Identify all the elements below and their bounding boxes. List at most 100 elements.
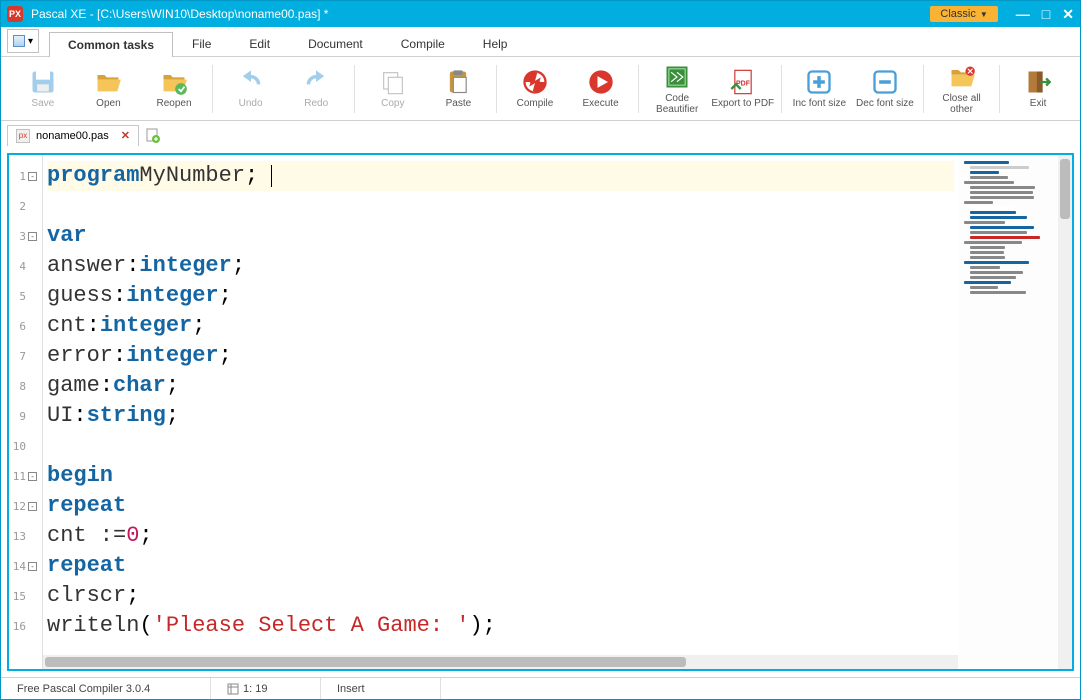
copy-button: Copy — [361, 61, 425, 117]
toolbar-label: Paste — [446, 98, 472, 109]
scrollbar-thumb[interactable] — [45, 657, 686, 667]
incfont-icon — [805, 68, 833, 96]
cursor-position-icon — [227, 683, 239, 695]
menu-tab-compile[interactable]: Compile — [382, 31, 464, 56]
execute-icon — [587, 68, 615, 96]
closeall-icon — [948, 63, 976, 91]
code-editor[interactable]: program MyNumber; var answer:integer; gu… — [43, 155, 958, 669]
menu-tab-file[interactable]: File — [173, 31, 230, 56]
toolbar-label: Undo — [239, 98, 263, 109]
compile-button[interactable]: Compile — [503, 61, 567, 117]
status-compiler: Free Pascal Compiler 3.0.4 — [1, 678, 211, 699]
exit-icon — [1024, 68, 1052, 96]
scrollbar-thumb[interactable] — [1060, 159, 1070, 219]
minimap[interactable] — [958, 155, 1058, 669]
statusbar: Free Pascal Compiler 3.0.4 1: 19 Insert — [1, 677, 1080, 699]
code-line[interactable]: begin — [47, 461, 954, 491]
menu-tab-document[interactable]: Document — [289, 31, 382, 56]
code-line[interactable]: program MyNumber; — [47, 161, 954, 191]
status-cursor-position: 1: 19 — [211, 678, 321, 699]
new-tab-button[interactable] — [145, 127, 161, 143]
save-icon — [29, 68, 57, 96]
file-tabs: px noname00.pas ✕ — [1, 121, 1080, 147]
open-icon — [94, 68, 122, 96]
toolbar-label: Exit — [1030, 98, 1047, 109]
beautifier-icon — [663, 63, 691, 91]
code-line[interactable]: clrscr; — [47, 581, 954, 611]
code-line[interactable] — [47, 431, 954, 461]
code-line[interactable]: repeat — [47, 551, 954, 581]
menu-tab-common-tasks[interactable]: Common tasks — [49, 32, 173, 57]
open-button[interactable]: Open — [77, 61, 141, 117]
minimize-button[interactable]: — — [1016, 6, 1030, 23]
reopen-icon — [160, 68, 188, 96]
save-button: Save — [11, 61, 75, 117]
code-line[interactable]: answer:integer; — [47, 251, 954, 281]
code-line[interactable]: cnt := 0; — [47, 521, 954, 551]
closeall-button[interactable]: Close all other — [930, 61, 994, 117]
code-line[interactable]: var — [47, 221, 954, 251]
layout-dropdown-button[interactable]: ▾ — [7, 29, 39, 53]
toolbar-label: Open — [96, 98, 120, 109]
toolbar-label: Dec font size — [856, 98, 914, 109]
toolbar-label: Execute — [583, 98, 619, 109]
fold-toggle[interactable]: - — [28, 502, 37, 511]
toolbar-label: Close all other — [930, 93, 994, 115]
toolbar-label: Inc font size — [793, 98, 846, 109]
code-line[interactable]: UI:string; — [47, 401, 954, 431]
theme-classic-button[interactable]: Classic▼ — [930, 6, 997, 22]
copy-icon — [379, 68, 407, 96]
execute-button[interactable]: Execute — [569, 61, 633, 117]
code-line[interactable]: game:char; — [47, 371, 954, 401]
menu-tab-help[interactable]: Help — [464, 31, 527, 56]
toolbar-label: Compile — [517, 98, 554, 109]
exit-button[interactable]: Exit — [1006, 61, 1070, 117]
undo-icon — [237, 68, 265, 96]
code-line[interactable]: writeln('Please Select A Game: '); — [47, 611, 954, 641]
chevron-down-icon: ▾ — [28, 36, 33, 47]
decfont-icon — [871, 68, 899, 96]
code-line[interactable] — [47, 191, 954, 221]
ribbon-toolbar: Save Open Reopen Undo Redo Copy Paste Compile Ex… — [1, 57, 1080, 121]
paste-icon — [444, 68, 472, 96]
fold-toggle[interactable]: - — [28, 562, 37, 571]
editor-area: 1-23-4567891011-12-1314-1516 program MyN… — [1, 147, 1080, 677]
window-title: Pascal XE - [C:\Users\WIN10\Desktop\nona… — [31, 7, 930, 21]
toolbar-label: Redo — [304, 98, 328, 109]
file-tab-label: noname00.pas — [36, 130, 109, 142]
redo-icon — [302, 68, 330, 96]
toolbar-label: Copy — [381, 98, 404, 109]
fold-toggle[interactable]: - — [28, 172, 37, 181]
fold-toggle[interactable]: - — [28, 232, 37, 241]
titlebar: PX Pascal XE - [C:\Users\WIN10\Desktop\n… — [1, 1, 1080, 27]
vertical-scrollbar[interactable] — [1058, 155, 1072, 669]
reopen-button[interactable]: Reopen — [142, 61, 206, 117]
maximize-button[interactable]: □ — [1042, 6, 1050, 23]
fold-toggle[interactable]: - — [28, 472, 37, 481]
undo-button: Undo — [219, 61, 283, 117]
compile-icon — [521, 68, 549, 96]
close-tab-button[interactable]: ✕ — [121, 129, 130, 142]
code-line[interactable]: error:integer; — [47, 341, 954, 371]
toolbar-label: Reopen — [157, 98, 192, 109]
toolbar-label: Save — [31, 98, 54, 109]
redo-button: Redo — [284, 61, 348, 117]
beautifier-button[interactable]: Code Beautifier — [645, 61, 709, 117]
incfont-button[interactable]: Inc font size — [788, 61, 852, 117]
close-button[interactable]: ✕ — [1062, 6, 1074, 23]
chevron-down-icon: ▼ — [980, 10, 988, 19]
code-line[interactable]: repeat — [47, 491, 954, 521]
code-line[interactable]: cnt:integer; — [47, 311, 954, 341]
toolbar-label: Code Beautifier — [645, 93, 709, 115]
line-number-gutter: 1-23-4567891011-12-1314-1516 — [9, 155, 43, 669]
horizontal-scrollbar[interactable] — [43, 655, 958, 669]
status-insert-mode: Insert — [321, 678, 441, 699]
decfont-button[interactable]: Dec font size — [853, 61, 917, 117]
menu-tab-edit[interactable]: Edit — [230, 31, 289, 56]
pdf-icon: PDF — [729, 68, 757, 96]
pascal-file-icon: px — [16, 129, 30, 143]
paste-button[interactable]: Paste — [427, 61, 491, 117]
file-tab[interactable]: px noname00.pas ✕ — [7, 125, 139, 146]
code-line[interactable]: guess:integer; — [47, 281, 954, 311]
pdf-button[interactable]: PDFExport to PDF — [711, 61, 775, 117]
